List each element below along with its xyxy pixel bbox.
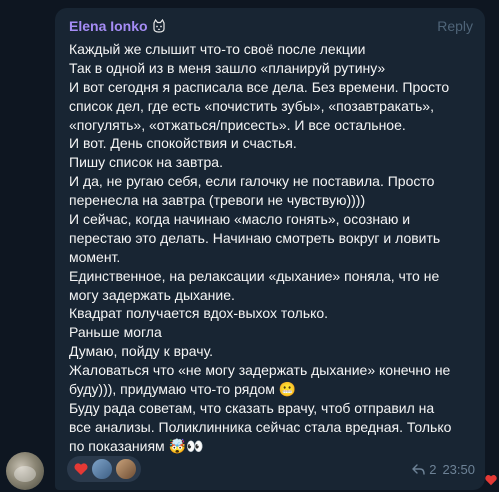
- reactor-avatar[interactable]: [91, 458, 113, 480]
- reaction-heart-button[interactable]: [67, 456, 141, 482]
- message-line: Каждый же слышит что-то своё после лекци…: [69, 41, 366, 57]
- sender-avatar[interactable]: [6, 452, 44, 490]
- message-line: И да, не ругаю себя, если галочку не пос…: [69, 173, 435, 190]
- grimacing-face-icon: 😬: [278, 381, 297, 398]
- message-line: Пишу список на завтра.: [69, 154, 223, 171]
- message-line: И сейчас, когда начинаю «масло гонять», …: [69, 211, 411, 228]
- message-bubble: Elena Ionko Reply Каждый же слышит что-т…: [55, 8, 485, 490]
- message-header: Elena Ionko Reply: [69, 16, 473, 36]
- message-line-text: по показаниям: [69, 437, 165, 454]
- message-meta: 2 23:50: [412, 462, 475, 477]
- message-line: могу задержать дыхание.: [69, 286, 235, 303]
- heart-icon: [74, 463, 88, 475]
- author-name-text[interactable]: Elena Ionko: [69, 18, 148, 34]
- message-line: Раньше могла: [69, 324, 162, 341]
- cat-face-icon: [152, 19, 165, 33]
- reply-count: 2: [429, 461, 437, 477]
- message-line: буду))), придумаю что-то рядом 😬: [69, 380, 473, 399]
- author-name[interactable]: Elena Ionko: [69, 18, 166, 34]
- message-line: Квадрат получается вдох-выхох только.: [69, 305, 329, 322]
- message-line: Жаловаться что «не могу задержать дыхани…: [69, 362, 451, 379]
- message-line: список дел, где есть «почистить зубы», «…: [69, 97, 434, 114]
- message-line: все анализы. Поликлинника сейчас стала в…: [69, 418, 452, 435]
- message-line: Так в одной из в меня зашло «планируй ру…: [69, 59, 386, 76]
- message-line: момент.: [69, 248, 121, 265]
- exploding-head-eyes-icon: 🤯👀: [168, 437, 204, 454]
- reactor-avatar[interactable]: [115, 458, 137, 480]
- message-line: перестаю это делать. Начинаю смотреть во…: [69, 229, 441, 246]
- reply-button[interactable]: Reply: [437, 18, 473, 34]
- message-line: перенесла на завтра (тревоги не чувствую…: [69, 192, 366, 209]
- message-text: Каждый же слышит что-то своё после лекци…: [69, 40, 473, 456]
- reply-arrow-icon: [412, 463, 425, 475]
- message-line-text: буду))), придумаю что-то рядом: [69, 381, 275, 398]
- message-line: И вот сегодня я расписала все дела. Без …: [69, 78, 450, 95]
- heart-icon: [485, 475, 497, 486]
- message-line: Думаю, пойду к врачу.: [69, 343, 214, 360]
- message-line: Буду рада советам, что сказать врачу, чт…: [69, 399, 435, 416]
- message-line: Единственное, на релаксации «дыхание» по…: [69, 267, 440, 284]
- message-line: И вот. День спокойствия и счастья.: [69, 135, 297, 152]
- message-time: 23:50: [442, 461, 475, 477]
- message-line: по показаниям 🤯👀: [69, 437, 473, 456]
- message-line: «погулять», «отжаться/присесть». И все о…: [69, 116, 406, 133]
- message-footer: 2 23:50: [67, 454, 475, 484]
- replies-button[interactable]: 2: [412, 462, 436, 477]
